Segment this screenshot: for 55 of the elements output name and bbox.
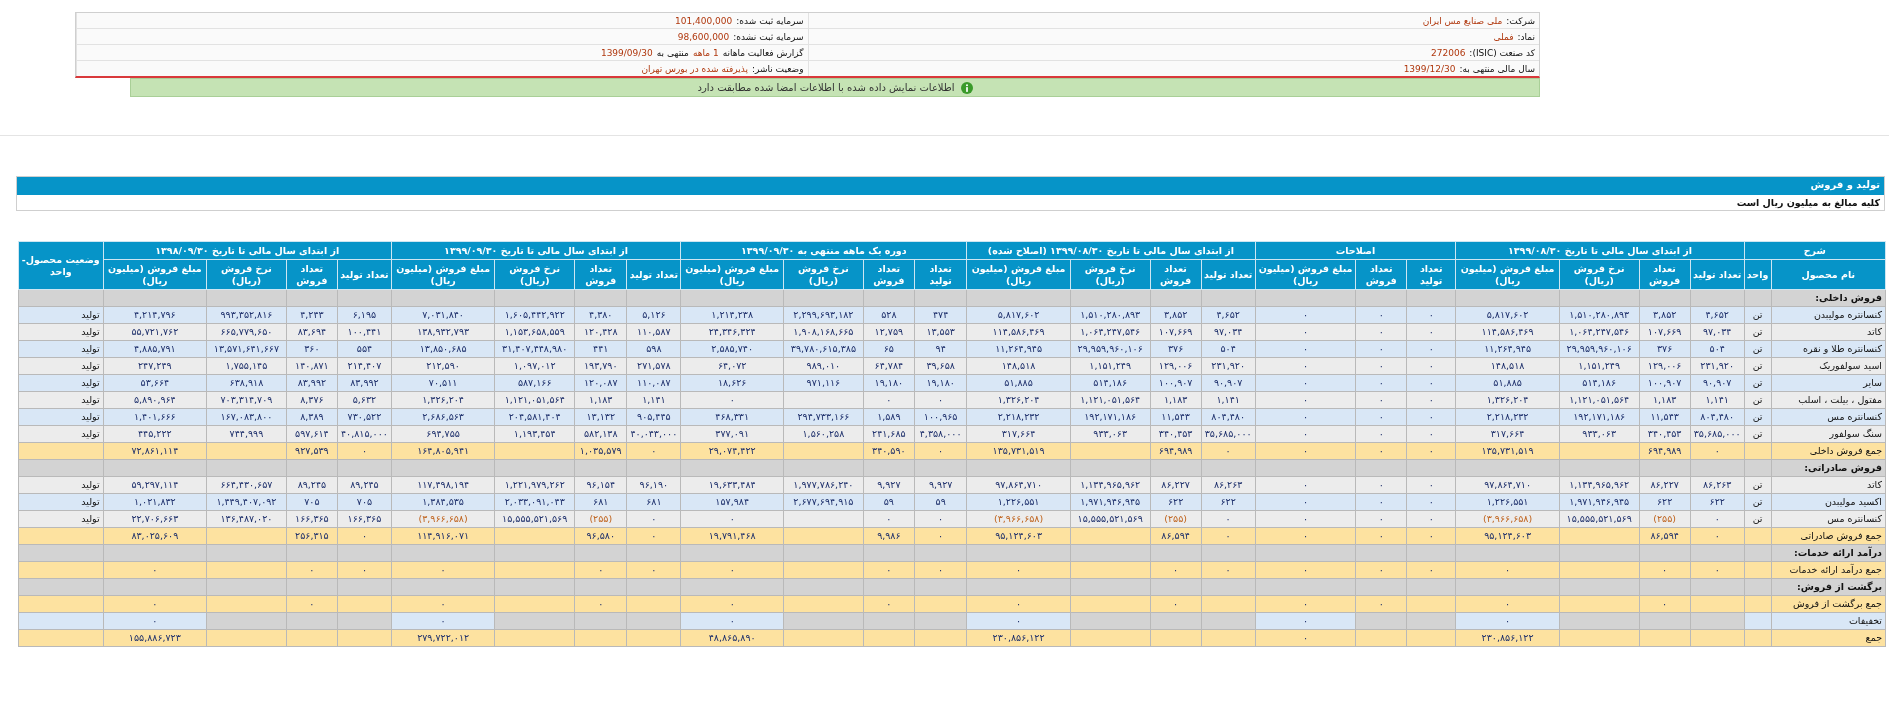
column-header: تعداد فروش bbox=[863, 259, 915, 290]
column-header: نرخ فروش (ریال) bbox=[1559, 259, 1640, 290]
column-group-header: از ابتدای سال مالی تا تاریخ ۱۳۹۹/۰۹/۳۰ bbox=[391, 241, 681, 260]
column-header: تعداد تولید bbox=[1690, 259, 1745, 290]
info-icon bbox=[960, 81, 973, 94]
section-title-bar: تولید و فروش bbox=[17, 177, 1884, 195]
column-header: نرخ فروش (ریال) bbox=[494, 259, 575, 290]
column-group-header: دوره یک ماهه منتهی به ۱۳۹۹/۰۹/۳۰ bbox=[680, 241, 967, 260]
field-value: 98,600,000 bbox=[677, 31, 730, 42]
column-header: تعداد تولید bbox=[626, 259, 681, 290]
column-header: تعداد تولید bbox=[337, 259, 392, 290]
column-header: مبلغ فروش (میلیون ریال) bbox=[1255, 259, 1356, 290]
field-value: 1399/12/30 bbox=[1403, 63, 1456, 74]
column-header: تعداد فروش bbox=[1150, 259, 1202, 290]
field-value: فملی bbox=[1493, 31, 1514, 42]
column-group-header: شرح bbox=[1744, 241, 1886, 260]
field-value: ملی صنایع مس ایران bbox=[1422, 15, 1503, 26]
column-header: نرخ فروش (ریال) bbox=[1070, 259, 1151, 290]
column-header: تعداد فروش bbox=[286, 259, 338, 290]
column-group-header: از ابتدای سال مالی تا تاریخ ۱۳۹۹/۰۸/۳۰ (اصلاح شده) bbox=[966, 241, 1256, 260]
field-value: 101,400,000 bbox=[675, 15, 733, 26]
field-label: سرمایه ثبت نشده: bbox=[733, 31, 804, 42]
field-value: 272006 bbox=[1431, 47, 1466, 58]
column-group-header: از ابتدای سال مالی تا تاریخ ۱۳۹۹/۰۸/۳۰ bbox=[1455, 241, 1745, 260]
column-header: وضعیت محصول-واحد bbox=[18, 241, 104, 290]
field-value: 1399/09/30 bbox=[600, 47, 653, 58]
section-subtitle: کلیه مبالغ به میلیون ریال است bbox=[1735, 196, 1881, 210]
column-header: تعداد تولید bbox=[1406, 259, 1456, 290]
column-header: مبلغ فروش (میلیون ریال) bbox=[966, 259, 1071, 290]
field-label: وضعیت ناشر: bbox=[751, 63, 804, 74]
column-header: مبلغ فروش (میلیون ریال) bbox=[680, 259, 784, 290]
field-value: پذیرفته شده در بورس تهران bbox=[641, 63, 748, 74]
field-value: 1 ماهه bbox=[692, 47, 719, 58]
field-label: شرکت: bbox=[1506, 15, 1535, 26]
field-label: گزارش فعالیت ماهانه bbox=[722, 47, 804, 58]
field-label: نماد: bbox=[1517, 31, 1535, 42]
notice-text: اطلاعات نمایش داده شده با اطلاعات امضا شده مطابقت دارد bbox=[697, 82, 955, 93]
column-header: مبلغ فروش (میلیون ریال) bbox=[391, 259, 495, 290]
field-label: کد صنعت (ISIC): bbox=[1469, 47, 1535, 58]
column-header: نام محصول bbox=[1771, 259, 1886, 290]
column-header: تعداد فروش bbox=[574, 259, 627, 290]
column-header: مبلغ فروش (میلیون ریال) bbox=[1455, 259, 1560, 290]
column-header: نرخ فروش (ریال) bbox=[783, 259, 864, 290]
column-header: تعداد فروش bbox=[1356, 259, 1407, 290]
field-label: سرمایه ثبت شده: bbox=[736, 15, 804, 26]
column-header: نرخ فروش (ریال) bbox=[206, 259, 287, 290]
column-header: تعداد تولید bbox=[914, 259, 967, 290]
column-header: مبلغ فروش (میلیون ریال) bbox=[103, 259, 207, 290]
column-header: واحد bbox=[1744, 259, 1772, 290]
field-label: سال مالی منتهی به: bbox=[1459, 63, 1535, 74]
field-label: منتهی به bbox=[656, 47, 689, 58]
column-group-header: اصلاحات bbox=[1255, 241, 1456, 260]
column-group-header: از ابتدای سال مالی تا تاریخ ۱۳۹۸/۰۹/۳۰ bbox=[103, 241, 392, 260]
column-header: تعداد فروش bbox=[1639, 259, 1691, 290]
column-header: تعداد تولید bbox=[1201, 259, 1256, 290]
